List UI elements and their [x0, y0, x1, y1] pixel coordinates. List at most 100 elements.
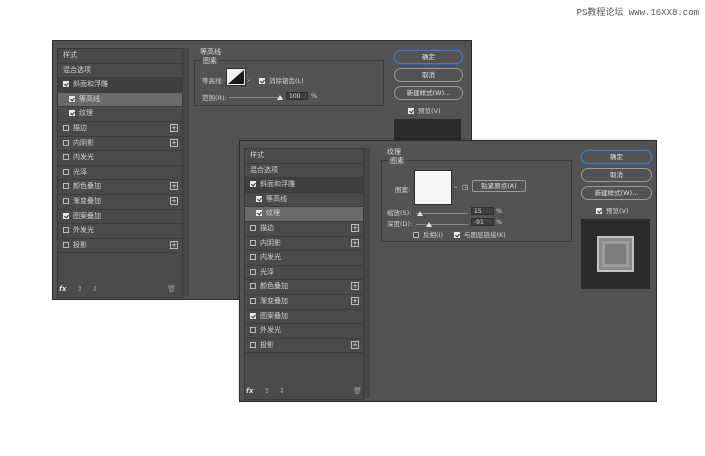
- move-up-icon[interactable]: ⇧: [264, 387, 270, 395]
- new-style-button[interactable]: 新建样式(W)...: [394, 86, 463, 100]
- contour-picker[interactable]: [226, 68, 246, 86]
- style-list-item[interactable]: 颜色叠加 +: [245, 280, 363, 295]
- style-list-item[interactable]: 斜面和浮雕: [245, 178, 363, 193]
- style-checkbox[interactable]: [250, 239, 256, 246]
- add-effect-icon[interactable]: +: [351, 238, 359, 247]
- style-checkbox[interactable]: [250, 327, 256, 334]
- style-checkbox[interactable]: [250, 297, 256, 304]
- style-checkbox[interactable]: [69, 95, 75, 102]
- style-list-item[interactable]: 样式: [58, 49, 182, 64]
- chevron-down-icon[interactable]: ⌄: [453, 182, 458, 190]
- style-list-item[interactable]: 内发光: [245, 251, 363, 266]
- preview-checkbox[interactable]: 预览(V): [408, 105, 441, 115]
- range-slider[interactable]: [229, 97, 283, 98]
- style-checkbox[interactable]: [63, 212, 69, 219]
- style-list-item[interactable]: 描边 +: [58, 122, 182, 137]
- anti-alias-checkbox[interactable]: 消除锯齿(L): [259, 75, 304, 85]
- style-list-scrollbar[interactable]: [364, 148, 370, 398]
- style-checkbox[interactable]: [250, 254, 256, 261]
- scale-slider-thumb[interactable]: [417, 211, 423, 216]
- style-list-item[interactable]: 外发光: [58, 224, 182, 239]
- style-list-item[interactable]: 混合选项: [245, 164, 363, 179]
- style-checkbox[interactable]: [250, 283, 256, 290]
- depth-slider[interactable]: [416, 224, 468, 225]
- fx-menu-button[interactable]: fx: [246, 387, 254, 395]
- style-list-item[interactable]: 渐变叠加 +: [58, 195, 182, 210]
- scale-input[interactable]: 15: [471, 207, 494, 215]
- style-list-scrollbar[interactable]: [183, 48, 189, 296]
- add-effect-icon[interactable]: +: [170, 196, 178, 205]
- style-list-item[interactable]: 内阴影 +: [245, 237, 363, 252]
- style-checkbox[interactable]: [63, 227, 69, 234]
- style-list-item[interactable]: 图案叠加: [245, 310, 363, 325]
- add-effect-icon[interactable]: +: [170, 123, 178, 132]
- add-effect-icon[interactable]: +: [351, 223, 359, 232]
- invert-checkbox[interactable]: 反相(I): [413, 229, 443, 239]
- style-list-item[interactable]: 混合选项: [58, 64, 182, 79]
- style-checkbox[interactable]: [63, 124, 69, 131]
- style-checkbox[interactable]: [63, 168, 69, 175]
- style-list-item[interactable]: 内阴影 +: [58, 137, 182, 152]
- fx-menu-button[interactable]: fx: [59, 285, 67, 293]
- style-checkbox[interactable]: [63, 241, 69, 248]
- link-with-layer-checkbox[interactable]: 与图层链接(K): [454, 229, 506, 239]
- chevron-down-icon[interactable]: ⌄: [246, 75, 251, 83]
- scale-slider[interactable]: [416, 213, 468, 214]
- pattern-label: 图案:: [395, 186, 411, 194]
- style-list-item[interactable]: 投影 +: [245, 339, 363, 354]
- style-checkbox[interactable]: [63, 139, 69, 146]
- style-checkbox[interactable]: [63, 154, 69, 161]
- style-checkbox[interactable]: [250, 224, 256, 231]
- style-checkbox[interactable]: [250, 341, 256, 348]
- style-checkbox[interactable]: [250, 312, 256, 319]
- style-checkbox[interactable]: [256, 210, 262, 217]
- style-checkbox[interactable]: [63, 197, 69, 204]
- preview-checkbox[interactable]: 预览(V): [596, 205, 629, 215]
- style-checkbox[interactable]: [250, 181, 256, 188]
- depth-input[interactable]: -91: [471, 218, 494, 226]
- add-effect-icon[interactable]: +: [351, 296, 359, 305]
- add-effect-icon[interactable]: +: [351, 340, 359, 349]
- style-list-item[interactable]: 外发光: [245, 324, 363, 339]
- style-list-item[interactable]: 等高线: [58, 92, 182, 108]
- depth-slider-thumb[interactable]: [426, 222, 432, 227]
- add-effect-icon[interactable]: +: [170, 240, 178, 249]
- style-checkbox[interactable]: [63, 81, 69, 88]
- style-checkbox[interactable]: [63, 183, 69, 190]
- style-list-item[interactable]: 描边 +: [245, 222, 363, 237]
- style-list-item[interactable]: 内发光: [58, 151, 182, 166]
- style-list-item[interactable]: 图案叠加: [58, 210, 182, 225]
- style-checkbox[interactable]: [256, 195, 262, 202]
- style-checkbox[interactable]: [250, 268, 256, 275]
- style-list-item[interactable]: 纹理: [245, 207, 363, 222]
- style-list-item[interactable]: 样式: [245, 149, 363, 164]
- ok-button[interactable]: 确定: [581, 150, 652, 164]
- ok-button[interactable]: 确定: [394, 50, 463, 64]
- style-list-item[interactable]: 投影 +: [58, 239, 182, 254]
- trash-icon[interactable]: 🗑: [353, 387, 362, 395]
- range-slider-thumb[interactable]: [277, 95, 283, 100]
- style-list-item[interactable]: 斜面和浮雕: [58, 78, 182, 93]
- pattern-picker[interactable]: [414, 170, 452, 205]
- cancel-button[interactable]: 取消: [394, 68, 463, 82]
- trash-icon[interactable]: 🗑: [167, 285, 176, 293]
- add-effect-icon[interactable]: +: [170, 182, 178, 191]
- new-style-button[interactable]: 新建样式(W)...: [581, 186, 652, 200]
- style-list-item[interactable]: 渐变叠加 +: [245, 295, 363, 310]
- cancel-button[interactable]: 取消: [581, 168, 652, 182]
- style-list-item[interactable]: 纹理: [58, 107, 182, 122]
- style-checkbox[interactable]: [69, 110, 75, 117]
- style-list-item[interactable]: 颜色叠加 +: [58, 180, 182, 195]
- move-down-icon[interactable]: ⇩: [92, 285, 98, 293]
- new-preset-icon[interactable]: ◳: [462, 183, 468, 191]
- style-list-item[interactable]: 光泽: [58, 166, 182, 181]
- move-up-icon[interactable]: ⇧: [77, 285, 83, 293]
- snap-to-origin-button[interactable]: 贴紧原点(A): [472, 180, 526, 192]
- add-effect-icon[interactable]: +: [351, 282, 359, 291]
- add-effect-icon[interactable]: +: [170, 138, 178, 147]
- style-list-item[interactable]: 光泽: [245, 266, 363, 281]
- style-list-item[interactable]: 等高线: [245, 193, 363, 208]
- range-input[interactable]: 100: [286, 92, 308, 100]
- move-down-icon[interactable]: ⇩: [279, 387, 285, 395]
- style-list-item-label: 投影: [73, 240, 87, 249]
